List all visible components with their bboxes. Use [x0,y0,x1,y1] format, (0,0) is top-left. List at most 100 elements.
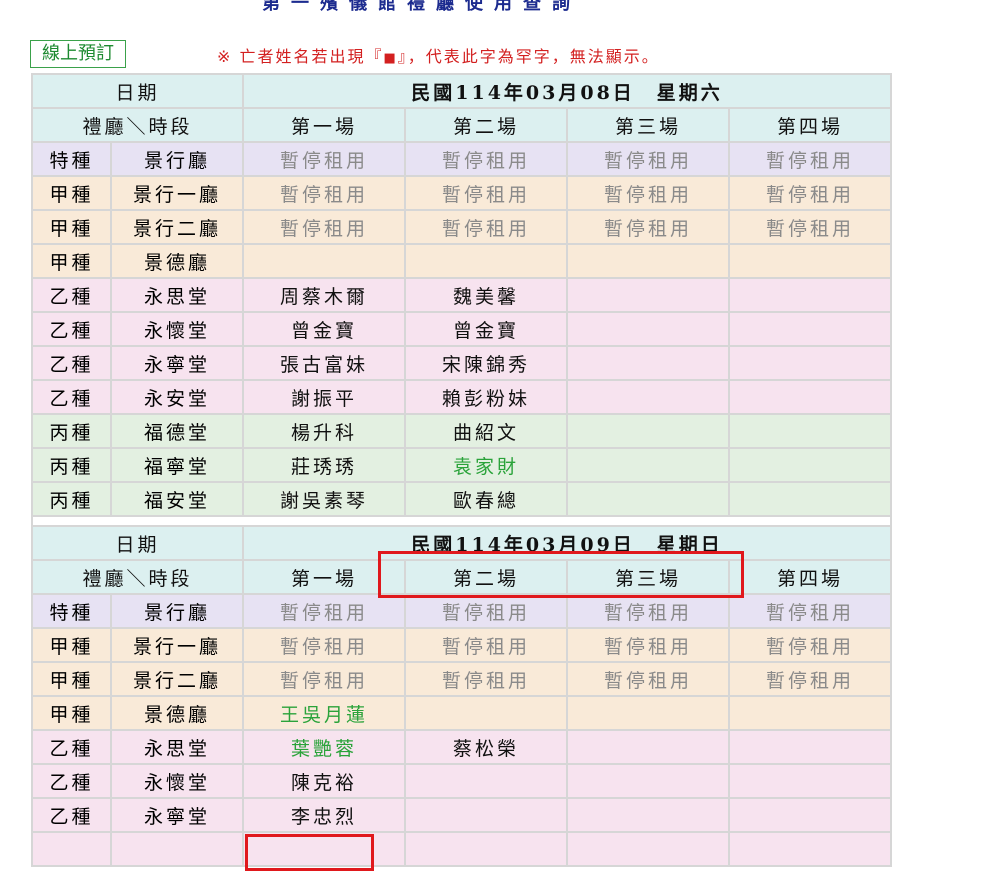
session-4-cell [730,381,891,413]
hall-type: 乙種 [33,799,110,831]
session-4-cell: 暫停租用 [730,595,891,627]
session-1-cell: 王吳月蓮 [244,697,405,729]
session-3-cell [568,381,729,413]
hall-type: 丙種 [33,483,110,515]
notice-prefix: ※ 亡者姓名若出現『 [217,47,384,66]
session-4-cell [730,347,891,379]
hall-name: 永安堂 [112,381,243,413]
hall-row: 丙種 福安堂 謝吳素琴 歐春總 [33,483,891,515]
session-2-cell: 曲紹文 [406,415,567,447]
hall-row: 丙種 福德堂 楊升科 曲紹文 [33,415,891,447]
hall-type: 甲種 [33,629,110,661]
hall-row: 甲種 景德廳 [33,245,891,277]
session-1-cell: 暫停租用 [244,177,405,209]
notice-suffix: 』，代表此字為罕字，無法顯示。 [397,47,660,66]
session-header: 第一場 [244,561,405,593]
session-4-cell [730,697,891,729]
hall-type: 乙種 [33,347,110,379]
session-1-cell: 李忠烈 [244,799,405,831]
session-2-cell [406,697,567,729]
session-4-cell [730,731,891,763]
session-4-cell [730,449,891,481]
session-1-cell [244,833,405,865]
hall-schedule-table: 日期 民國114年03月08日 星期六 禮廳＼時段 第一場 第二場 第三場 第四場 特種 景行廳… [31,73,893,867]
hall-type: 甲種 [33,663,110,695]
session-2-cell: 歐春總 [406,483,567,515]
hall-name: 景行廳 [112,143,243,175]
date-row: 日期 民國114年03月09日 星期日 [33,527,891,559]
hall-name: 永寧堂 [112,347,243,379]
session-2-cell [406,765,567,797]
hall-row: 甲種 景德廳 王吳月蓮 [33,697,891,729]
hall-name: 福寧堂 [112,449,243,481]
rare-character-notice: ※ 亡者姓名若出現『■』，代表此字為罕字，無法顯示。 [217,43,660,67]
hall-type: 甲種 [33,697,110,729]
session-3-cell [568,347,729,379]
session-3-cell [568,483,729,515]
hall-row: 甲種 景行一廳 暫停租用 暫停租用 暫停租用 暫停租用 [33,177,891,209]
page-title: 第一殯儀館禮廳使用查詢 [262,0,581,14]
session-header-row: 禮廳＼時段 第一場 第二場 第三場 第四場 [33,561,891,593]
date-label: 日期 [33,527,243,559]
session-1-cell: 謝振平 [244,381,405,413]
session-2-cell: 袁家財 [406,449,567,481]
session-header: 第三場 [568,561,729,593]
session-1-cell [244,245,405,277]
session-2-cell: 暫停租用 [406,629,567,661]
hall-row: 乙種 永安堂 謝振平 賴彭粉妹 [33,381,891,413]
session-2-cell [406,245,567,277]
session-3-cell [568,313,729,345]
hall-type: 甲種 [33,211,110,243]
session-1-cell: 陳克裕 [244,765,405,797]
hall-name: 永思堂 [112,279,243,311]
session-4-cell [730,415,891,447]
session-2-cell: 宋陳錦秀 [406,347,567,379]
session-3-cell [568,449,729,481]
session-4-cell [730,799,891,831]
date-value: 民國114年03月08日 星期六 [244,75,891,107]
session-4-cell [730,765,891,797]
rare-char-symbol: ■ [383,51,398,66]
session-4-cell: 暫停租用 [730,663,891,695]
session-3-cell: 暫停租用 [568,595,729,627]
hall-name: 福安堂 [112,483,243,515]
session-3-cell [568,697,729,729]
hall-name: 福德堂 [112,415,243,447]
hall-row: 特種 景行廳 暫停租用 暫停租用 暫停租用 暫停租用 [33,143,891,175]
session-2-cell: 賴彭粉妹 [406,381,567,413]
session-3-cell [568,731,729,763]
session-2-cell: 蔡松榮 [406,731,567,763]
hall-name: 景行一廳 [112,629,243,661]
session-2-cell [406,799,567,831]
hall-name: 景德廳 [112,245,243,277]
online-booking-button[interactable]: 線上預訂 [30,40,126,68]
session-4-cell: 暫停租用 [730,143,891,175]
hall-name: 永懷堂 [112,765,243,797]
session-2-cell: 曾金寶 [406,313,567,345]
hall-row: 乙種 永懷堂 曾金寶 曾金寶 [33,313,891,345]
hall-name: 景行廳 [112,595,243,627]
session-2-cell: 暫停租用 [406,211,567,243]
hall-type: 甲種 [33,245,110,277]
hall-row: 甲種 景行一廳 暫停租用 暫停租用 暫停租用 暫停租用 [33,629,891,661]
hall-name: 景行一廳 [112,177,243,209]
session-3-cell [568,415,729,447]
hall-row: 甲種 景行二廳 暫停租用 暫停租用 暫停租用 暫停租用 [33,211,891,243]
hall-row [33,833,891,865]
session-3-cell: 暫停租用 [568,177,729,209]
session-header: 第四場 [730,109,891,141]
hall-name: 永寧堂 [112,799,243,831]
hall-type: 特種 [33,595,110,627]
session-header: 第三場 [568,109,729,141]
hall-row: 乙種 永思堂 葉艷蓉 蔡松榮 [33,731,891,763]
hall-name: 永懷堂 [112,313,243,345]
session-4-cell [730,483,891,515]
session-3-cell [568,799,729,831]
session-4-cell: 暫停租用 [730,177,891,209]
session-2-cell: 暫停租用 [406,595,567,627]
hall-type: 甲種 [33,177,110,209]
session-1-cell: 暫停租用 [244,663,405,695]
hall-type: 丙種 [33,415,110,447]
hall-row: 乙種 永寧堂 張古富妹 宋陳錦秀 [33,347,891,379]
session-1-cell: 曾金寶 [244,313,405,345]
